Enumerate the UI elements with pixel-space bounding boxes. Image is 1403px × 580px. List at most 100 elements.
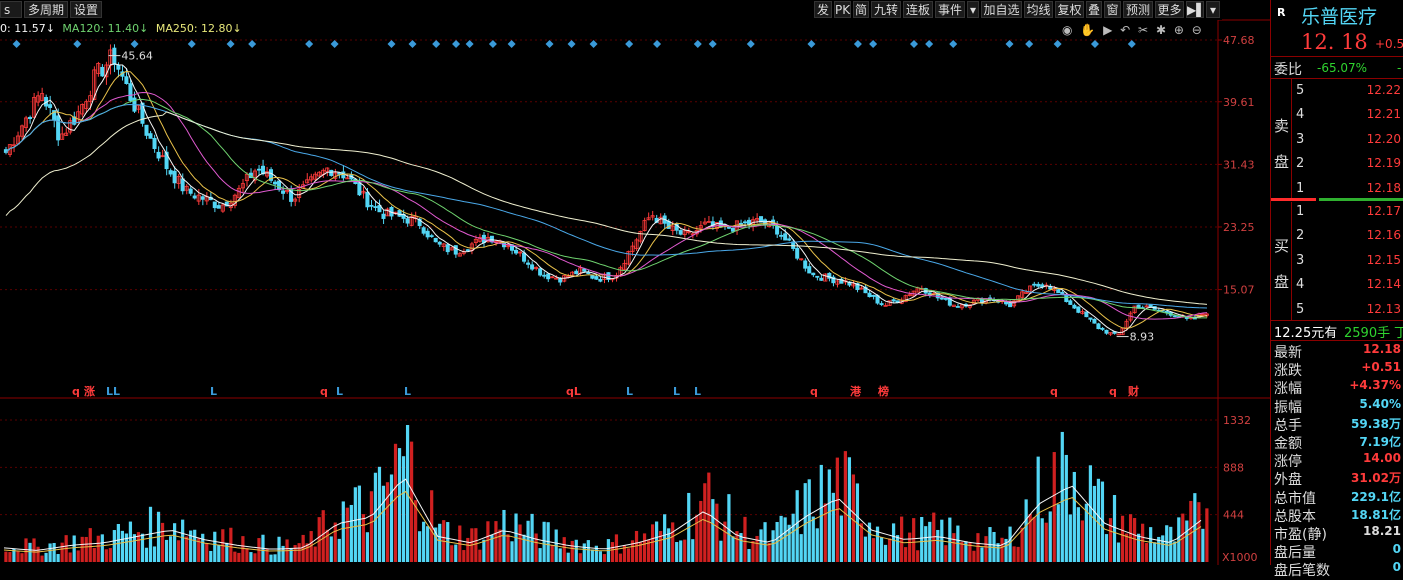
toolbar-right-14[interactable]: ▶▌ [1186, 1, 1205, 18]
volume-bar [1076, 507, 1080, 562]
volume-bar [337, 538, 341, 562]
eye-icon[interactable]: ◉ [1062, 23, 1072, 37]
zoom-in-icon[interactable]: ⊕ [1174, 23, 1184, 37]
toolbar-right-0[interactable]: 发 [814, 1, 832, 18]
candle-body [281, 190, 286, 194]
volume-bar [498, 529, 502, 562]
volume-bar [518, 524, 522, 562]
toolbar-right-4[interactable]: 连板 [903, 1, 933, 18]
ma-legend: 0: 11.57↓ MA120: 11.40↓ MA250: 12.80↓ [0, 22, 242, 35]
toolbar-right-15[interactable]: ▾ [1206, 1, 1220, 18]
stat-value: +4.37% [1349, 378, 1401, 393]
event-diamond [465, 40, 474, 48]
zoom-out-icon[interactable]: ⊖ [1192, 23, 1202, 37]
toolbar-right-5[interactable]: 事件 [935, 1, 965, 18]
toolbar-right-7[interactable]: 加自选 [981, 1, 1022, 18]
badge: R [1277, 6, 1286, 19]
volume-bar [112, 530, 116, 562]
volume-bar [916, 550, 920, 562]
hand-icon[interactable]: ✋ [1080, 23, 1095, 37]
candle-body [437, 241, 442, 245]
volume-bar [1056, 504, 1060, 562]
price-change: +0.5 [1375, 37, 1403, 51]
toolbar-right-2[interactable]: 简 [853, 1, 869, 18]
volume-bar [679, 540, 683, 562]
toolbar-right-1[interactable]: PK [834, 1, 851, 18]
volume-bar [48, 543, 52, 562]
buy-level-number: 2 [1296, 228, 1305, 244]
volume-bar [614, 534, 619, 562]
event-diamond [452, 40, 461, 48]
candle-body [943, 298, 948, 300]
volume-bar [562, 537, 566, 562]
volume-bar [598, 551, 602, 562]
quote-panel: R 乐普医疗 12. 18 +0.5 委比 -65.07% - 卖盘 5 12.2… [1270, 0, 1403, 579]
toolbar-right-9[interactable]: 复权 [1055, 1, 1084, 18]
candle-body [955, 306, 960, 308]
candle-body [192, 195, 197, 199]
stat-value: 12.18 [1363, 342, 1401, 356]
volume-bar [1161, 535, 1165, 562]
candle-body [730, 227, 735, 232]
volume-bar [1020, 527, 1024, 562]
candle-body [871, 294, 876, 297]
volume-bar [691, 539, 695, 562]
toolbar-right-3[interactable]: 九转 [871, 1, 901, 18]
volume-bar [1120, 515, 1125, 562]
volume-bar [233, 551, 237, 562]
kline-chart[interactable]: 47.68 39.61 31.43 23.25 15.07 1332 888 444 X1000… [0, 0, 1270, 565]
toolbar-left-0[interactable]: s [0, 1, 22, 18]
volume-bar [80, 536, 84, 562]
candle-body [465, 249, 470, 252]
toolbar-right-8[interactable]: 均线 [1024, 1, 1053, 18]
volume-bar [1040, 518, 1044, 562]
candle-body [582, 268, 587, 272]
volume-bar [426, 526, 430, 562]
sell-level-price: 12.22 [1366, 83, 1401, 97]
scissors-icon[interactable]: ✂ [1138, 23, 1148, 37]
toolbar-right-10[interactable]: 叠 [1086, 1, 1102, 18]
volume-bar [871, 538, 876, 562]
candle-body [1072, 304, 1077, 309]
buy-level-number: 1 [1296, 204, 1305, 219]
toolbar-right-12[interactable]: 预测 [1123, 1, 1153, 18]
volume-bar [731, 536, 735, 562]
candle-body [329, 169, 334, 176]
volume-bar [241, 536, 245, 562]
volume-bar [349, 504, 353, 562]
volume-bar [811, 516, 815, 562]
undo-icon[interactable]: ↶ [1120, 23, 1130, 37]
volume-bar [550, 544, 554, 562]
volume-bar [1000, 537, 1004, 562]
volume-bar [365, 532, 370, 562]
toolbar-left-2[interactable]: 设置 [70, 1, 102, 18]
stat-label: 盘后量 [1274, 545, 1316, 562]
candle-body [56, 115, 61, 141]
event-diamond [545, 40, 554, 48]
buy-level-number: 5 [1296, 301, 1305, 317]
volume-bar [1092, 485, 1097, 562]
ma-legend-ma-a: 0: 11.57↓ [0, 22, 55, 35]
volume-bar [904, 547, 908, 562]
stat-label: 总手 [1274, 417, 1302, 434]
toolbar-right-13[interactable]: 更多 [1155, 1, 1184, 18]
volume-bar [1124, 533, 1129, 562]
candle-body [775, 225, 780, 235]
settings-icon[interactable]: ✱ [1156, 23, 1166, 37]
volume-bar [715, 503, 719, 562]
event-diamond [1025, 40, 1034, 48]
chart-toolbar: s 多周期 设置发 PK 简九转 连板 事件 ▾ 加自选 均线 复权叠窗预测 更多 ▶▌ ▾ [0, 0, 1222, 20]
play-icon[interactable]: ▶ [1103, 23, 1112, 37]
toolbar-right-6[interactable]: ▾ [967, 1, 979, 18]
volume-bar [164, 539, 169, 562]
notice-price: 12.25元有 [1274, 326, 1338, 341]
volume-bar [213, 531, 217, 562]
volume-bar [799, 534, 803, 562]
signal-marker: qL [566, 385, 581, 398]
event-diamond [567, 40, 576, 48]
volume-bar [84, 536, 88, 562]
volume-bar [124, 533, 129, 562]
signal-marker: 涨 [84, 384, 95, 398]
toolbar-left-1[interactable]: 多周期 [24, 1, 68, 18]
toolbar-right-11[interactable]: 窗 [1104, 1, 1121, 18]
